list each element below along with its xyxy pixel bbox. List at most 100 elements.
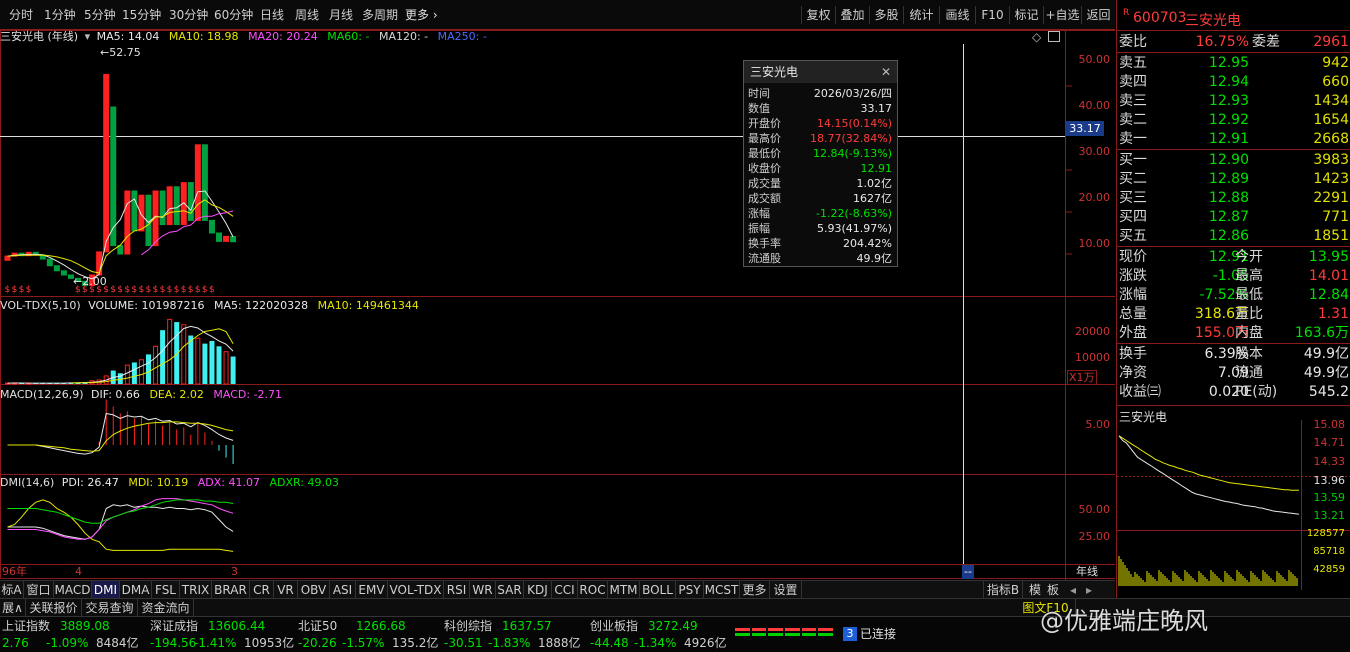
add-watchlist-button[interactable]: +自选 (1043, 6, 1081, 24)
x-axis-end: 3 (231, 565, 238, 578)
period-tab-fenshi[interactable]: 分时 (9, 6, 33, 24)
indicator-tab[interactable]: SAR (496, 581, 524, 599)
mark-button[interactable]: 标记 (1009, 6, 1043, 24)
candle[interactable] (131, 190, 138, 232)
indicator-tab[interactable]: PSY (676, 581, 704, 599)
indicator-tab[interactable]: FSL (152, 581, 180, 599)
chevron-left-icon[interactable]: ◂ (1066, 581, 1080, 599)
candle[interactable] (138, 194, 145, 232)
indicator-tab[interactable]: KDJ (524, 581, 552, 599)
f10-button[interactable]: F10 (975, 6, 1009, 24)
index-item[interactable]: 深证成指 13606.44 -194.56 -1.41% 10953亿 (148, 617, 294, 652)
period-tab-60min[interactable]: 60分钟 (214, 6, 253, 24)
close-icon[interactable]: ✕ (881, 61, 891, 83)
candle[interactable] (166, 186, 173, 226)
back-button[interactable]: 返回 (1081, 6, 1115, 24)
candle[interactable] (110, 106, 117, 247)
tooltip-value: 18.77(32.84%) (809, 132, 892, 145)
indicator-tab[interactable]: WR (470, 581, 496, 599)
volume-bar (146, 354, 151, 384)
index-item[interactable]: 北证50 1266.68 -20.26 -1.57% 135.2亿 (296, 617, 442, 652)
overlay-button[interactable]: 叠加 (835, 6, 869, 24)
related-quote-tab[interactable]: 关联报价 (26, 599, 82, 617)
period-tab-more[interactable]: 更多 › (405, 6, 438, 24)
candle[interactable] (208, 219, 215, 234)
index-item[interactable]: 上证指数 3889.08 2.76 -1.09% 8484亿 (0, 617, 146, 652)
high-price-value: 52.75 (109, 46, 141, 59)
candle[interactable] (216, 232, 222, 242)
indicator-tab[interactable]: CR (250, 581, 274, 599)
period-tab-15min[interactable]: 15分钟 (122, 6, 161, 24)
fund-label-2: 流通 (1235, 365, 1263, 381)
indicator-tab[interactable]: EMV (356, 581, 388, 599)
draw-line-button[interactable]: 画线 (939, 6, 975, 24)
candle[interactable] (159, 190, 166, 226)
period-tab-monthly[interactable]: 月线 (329, 6, 353, 24)
indicator-tab[interactable]: MACD (54, 581, 92, 599)
candle[interactable] (46, 258, 53, 267)
ask-row[interactable]: 卖一 12.91 2668 (1117, 130, 1350, 149)
candle[interactable] (223, 235, 230, 242)
candle[interactable] (103, 73, 110, 253)
period-tab-5min[interactable]: 5分钟 (84, 6, 116, 24)
indicator-tab[interactable]: VOL-TDX (388, 581, 444, 599)
template-tab-1[interactable]: 模 (1025, 581, 1045, 599)
indicator-tab[interactable]: BRAR (212, 581, 250, 599)
period-tab-daily[interactable]: 日线 (260, 6, 284, 24)
trade-query-tab[interactable]: 交易查询 (82, 599, 138, 617)
ask-row[interactable]: 卖五 12.95 942 (1117, 54, 1350, 73)
period-tab-1min[interactable]: 1分钟 (44, 6, 76, 24)
candle[interactable] (4, 255, 11, 261)
period-tab-weekly[interactable]: 周线 (295, 6, 319, 24)
candle[interactable] (194, 144, 201, 221)
candle[interactable] (201, 144, 208, 221)
multi-stock-button[interactable]: 多股 (869, 6, 903, 24)
tooltip-value: 12.91 (860, 162, 893, 175)
capital-flow-tab[interactable]: 资金流向 (138, 599, 194, 617)
indicator-tab[interactable]: TRIX (180, 581, 212, 599)
ask-row[interactable]: 卖三 12.93 1434 (1117, 92, 1350, 111)
ask-row[interactable]: 卖四 12.94 660 (1117, 73, 1350, 92)
indicator-tab[interactable]: RSI (444, 581, 470, 599)
candle[interactable] (187, 182, 194, 221)
chevron-right-icon[interactable]: ▸ (1082, 581, 1096, 599)
indicator-tab[interactable]: OBV (298, 581, 330, 599)
indicator-tab[interactable]: ROC (578, 581, 608, 599)
candle[interactable] (124, 190, 131, 255)
template-tab-2[interactable]: 板 (1043, 581, 1063, 599)
candle[interactable] (230, 236, 237, 243)
bid-row[interactable]: 买一 12.90 3983 (1117, 151, 1350, 170)
fuquan-button[interactable]: 复权 (801, 6, 835, 24)
indicator-tab[interactable]: MCST (704, 581, 740, 599)
candle[interactable] (53, 265, 60, 272)
bid-row[interactable]: 买五 12.86 1851 (1117, 227, 1350, 246)
indicator-b-tab[interactable]: 指标B (983, 581, 1023, 599)
indicator-tab[interactable]: 标A (0, 581, 24, 599)
period-tab-multi[interactable]: 多周期 (362, 6, 398, 24)
index-item[interactable]: 科创综指 1637.57 -30.51 -1.83% 1888亿 (442, 617, 588, 652)
indicator-tab[interactable]: ASI (330, 581, 356, 599)
indicator-tab[interactable]: 窗口 (24, 581, 54, 599)
dmi-mdi-label: MDI: 10.19 (128, 476, 189, 489)
bid-row[interactable]: 买二 12.89 1423 (1117, 170, 1350, 189)
window-icon[interactable] (1048, 31, 1060, 42)
ask-row[interactable]: 卖二 12.92 1654 (1117, 111, 1350, 130)
indicator-tab[interactable]: 设置 (770, 581, 802, 599)
bid-row[interactable]: 买三 12.88 2291 (1117, 189, 1350, 208)
indicator-tab[interactable]: BOLL (640, 581, 676, 599)
bid-row[interactable]: 买四 12.87 771 (1117, 208, 1350, 227)
period-tab-30min[interactable]: 30分钟 (169, 6, 208, 24)
indicator-tab[interactable]: DMA (120, 581, 152, 599)
stats-button[interactable]: 统计 (903, 6, 939, 24)
indicator-tab[interactable]: 更多 (740, 581, 770, 599)
candle[interactable] (60, 270, 67, 276)
indicator-tab[interactable]: MTM (608, 581, 640, 599)
diamond-icon[interactable]: ◇ (1032, 30, 1041, 44)
index-item[interactable]: 创业板指 3272.49 -44.48 -1.34% 4926亿 (588, 617, 734, 652)
indicator-tab[interactable]: VR (274, 581, 298, 599)
expand-button[interactable]: 展∧ (0, 599, 26, 617)
indicator-tab[interactable]: DMI (92, 581, 120, 599)
candle[interactable] (173, 186, 180, 226)
signal-marker: $ (12, 285, 18, 295)
indicator-tab[interactable]: CCI (552, 581, 578, 599)
